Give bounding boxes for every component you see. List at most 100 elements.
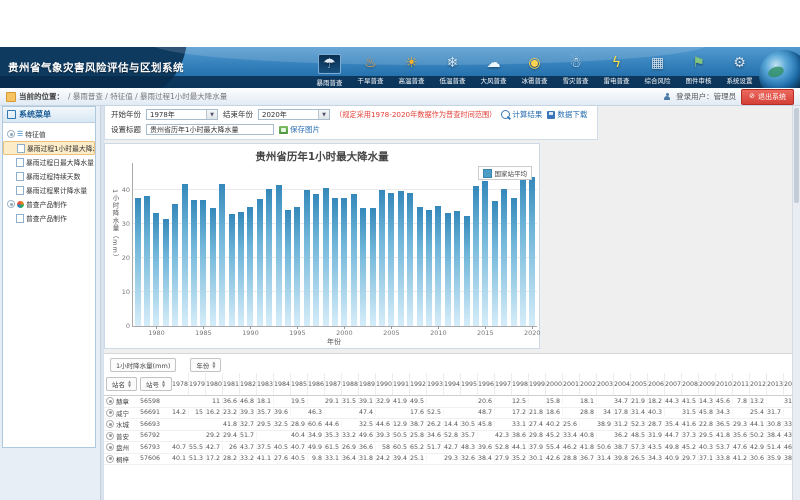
value-cell: 14.3: [699, 398, 716, 405]
menu-item-1-0[interactable]: 普查产品制作: [3, 211, 95, 225]
menu-item-0-0[interactable]: 暴雨过程1小时最大降水量: [3, 141, 95, 155]
station-id-header[interactable]: 站号 ▲▼: [140, 377, 172, 391]
year-column-header[interactable]: 2000: [546, 373, 563, 395]
value-cell: 29.8: [529, 432, 546, 439]
station-id: 56598: [140, 398, 172, 405]
toolbar-item-10[interactable]: ⚙ 系统设置: [719, 54, 760, 87]
toolbar-item-1[interactable]: ♨ 干旱普查: [350, 54, 391, 87]
menu-group-1[interactable]: 普查产品制作: [3, 197, 95, 211]
year-column-header[interactable]: 1982: [240, 373, 257, 395]
value-cell: 48.5: [631, 432, 648, 439]
row-expand-icon[interactable]: [106, 420, 114, 428]
year-column-header[interactable]: 1986: [308, 373, 325, 395]
toolbar-item-0[interactable]: ☂ 暴雨普查: [309, 54, 350, 87]
year-column-header[interactable]: 1991: [393, 373, 410, 395]
value-cell: 40.5: [291, 455, 308, 462]
chart-title-input[interactable]: [146, 124, 274, 135]
year-group-chip[interactable]: 年份 ▲▼: [190, 358, 221, 372]
value-cell: 51.3: [189, 455, 206, 462]
year-column-header[interactable]: 2004: [614, 373, 631, 395]
toolbar-item-6[interactable]: ☃ 雪灾普查: [555, 54, 596, 87]
year-column-header[interactable]: 2002: [580, 373, 597, 395]
menu-item-0-3[interactable]: 暴雨过程累计降水量: [3, 183, 95, 197]
year-column-header[interactable]: 1983: [257, 373, 274, 395]
logout-button[interactable]: ⊘ 退出系统: [741, 89, 794, 105]
station-name: 水城: [116, 419, 129, 429]
row-expand-icon[interactable]: [106, 432, 114, 440]
year-column-header[interactable]: 2003: [597, 373, 614, 395]
start-year-select[interactable]: 1978年 ▼: [146, 109, 218, 120]
value-cell: 38.9: [597, 421, 614, 428]
measure-chip[interactable]: 1小时降水量(mm): [110, 358, 176, 372]
calculate-button[interactable]: 计算结果: [501, 109, 542, 120]
year-column-header[interactable]: 1993: [427, 373, 444, 395]
year-column-header[interactable]: 1994: [444, 373, 461, 395]
year-column-header[interactable]: 2012: [750, 373, 767, 395]
value-cell: 34: [597, 409, 614, 416]
toolbar-item-4[interactable]: ☁ 大风普查: [473, 54, 514, 87]
year-column-header[interactable]: 1996: [478, 373, 495, 395]
toolbar-item-8[interactable]: ▦ 综合风险: [637, 54, 678, 87]
menu-item-0-2[interactable]: 暴雨过程持续天数: [3, 169, 95, 183]
expand-icon[interactable]: [7, 130, 15, 138]
year-column-header[interactable]: 2005: [631, 373, 648, 395]
year-column-header[interactable]: 2010: [716, 373, 733, 395]
year-column-header[interactable]: 1998: [512, 373, 529, 395]
year-column-header[interactable]: 2007: [665, 373, 682, 395]
row-expand-icon[interactable]: [106, 409, 114, 417]
y-tick-label: 20: [122, 254, 130, 262]
year-column-header[interactable]: 1978: [172, 373, 189, 395]
year-column-header[interactable]: 1990: [376, 373, 393, 395]
vertical-scrollbar[interactable]: [792, 106, 800, 500]
bar-2006: [398, 191, 404, 326]
toolbar-item-2[interactable]: ☀ 高温普查: [391, 54, 432, 87]
year-column-header[interactable]: 1980: [206, 373, 223, 395]
year-column-header[interactable]: 1997: [495, 373, 512, 395]
row-expand-icon[interactable]: [106, 397, 114, 405]
composite-risk-icon: ▦: [651, 54, 664, 72]
expand-icon[interactable]: [7, 200, 15, 208]
year-column-header[interactable]: 1995: [461, 373, 478, 395]
year-column-header[interactable]: 2001: [563, 373, 580, 395]
bar-1999: [332, 198, 338, 326]
toolbar-item-9[interactable]: ⚑ 图件审核: [678, 54, 719, 87]
value-cell: 45.2: [682, 444, 699, 451]
value-cell: 29.1: [325, 398, 342, 405]
value-cell: 26.2: [427, 421, 444, 428]
year-column-header[interactable]: 1992: [410, 373, 427, 395]
value-cell: 44.1: [750, 421, 767, 428]
toolbar-item-3[interactable]: ❄ 低温普查: [432, 54, 473, 87]
sidebar: 系统菜单 ☰ 特征值 暴雨过程1小时最大降水量 暴雨过程日最大降水量 暴雨过程持…: [0, 106, 100, 500]
row-expand-icon[interactable]: [106, 443, 114, 451]
year-column-header[interactable]: 2009: [699, 373, 716, 395]
toolbar-item-5[interactable]: ◉ 冰雹普查: [514, 54, 555, 87]
year-column-header[interactable]: 1988: [342, 373, 359, 395]
scrollbar-thumb[interactable]: [794, 108, 799, 203]
value-cell: 32.9: [376, 398, 393, 405]
year-column-header[interactable]: 1999: [529, 373, 546, 395]
menu-item-0-1[interactable]: 暴雨过程日最大降水量: [3, 155, 95, 169]
row-expand-icon[interactable]: [106, 455, 114, 463]
year-column-header[interactable]: 1987: [325, 373, 342, 395]
year-column-header[interactable]: 1984: [274, 373, 291, 395]
year-column-header[interactable]: 1985: [291, 373, 308, 395]
save-image-button[interactable]: 保存图片: [279, 124, 320, 135]
value-cell: 38.7: [410, 421, 427, 428]
value-cell: 25.8: [410, 432, 427, 439]
value-cell: 29.7: [682, 455, 699, 462]
year-column-header[interactable]: 2008: [682, 373, 699, 395]
menu-group-0[interactable]: ☰ 特征值: [3, 127, 95, 141]
year-column-header[interactable]: 2013: [767, 373, 784, 395]
end-year-select[interactable]: 2020年 ▼: [258, 109, 330, 120]
year-column-header[interactable]: 1981: [223, 373, 240, 395]
value-cell: 36.6: [359, 444, 376, 451]
year-column-header[interactable]: 1989: [359, 373, 376, 395]
year-column-header[interactable]: 1979: [189, 373, 206, 395]
toolbar-item-7[interactable]: ϟ 雷电普查: [596, 54, 637, 87]
year-column-header[interactable]: 2011: [733, 373, 750, 395]
year-column-header[interactable]: 2006: [648, 373, 665, 395]
station-name-header[interactable]: 站名 ▲▼: [106, 377, 137, 391]
breadcrumb[interactable]: / 暴雨普查 / 特征值 / 暴雨过程1小时最大降水量: [68, 91, 227, 102]
download-data-button[interactable]: 数据下载: [547, 109, 587, 120]
breadcrumb-bar: 当前的位置： / 暴雨普查 / 特征值 / 暴雨过程1小时最大降水量 登录用户：…: [0, 88, 800, 106]
